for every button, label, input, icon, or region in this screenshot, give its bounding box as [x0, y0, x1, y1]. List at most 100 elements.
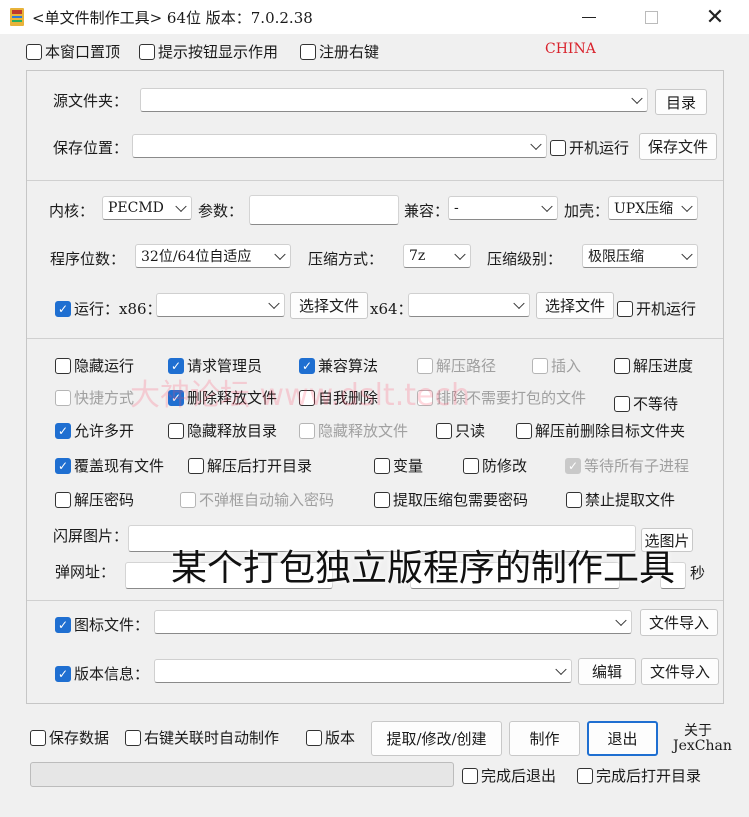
- checkbox-box: [300, 43, 316, 60]
- x64-combo[interactable]: [408, 293, 530, 317]
- edit-version-button[interactable]: 编辑: [578, 658, 636, 685]
- bits-combo[interactable]: 32位/64位自适应: [135, 244, 291, 268]
- chevron-down-icon: [541, 200, 553, 213]
- check-icon: ✓: [55, 457, 71, 474]
- register-context-menu-checkbox[interactable]: 注册右键: [300, 41, 379, 62]
- checkbox-box: [55, 357, 71, 374]
- checkbox-box: [188, 457, 204, 474]
- checkbox-box: [436, 422, 452, 439]
- make-button[interactable]: 制作: [509, 721, 580, 756]
- hidden-run-checkbox[interactable]: 隐藏运行: [55, 355, 134, 376]
- version-import-button[interactable]: 文件导入: [641, 658, 719, 685]
- version-info-checkbox[interactable]: ✓ 版本信息：: [55, 663, 149, 684]
- x86-combo[interactable]: [156, 293, 285, 317]
- checkbox-box: [532, 357, 548, 374]
- chevron-down-icon: [513, 297, 525, 310]
- compat-combo[interactable]: -: [448, 196, 558, 220]
- section-divider: [27, 338, 723, 339]
- variable-checkbox[interactable]: 变量: [374, 455, 423, 476]
- popup-url-label: 弹网址：: [55, 563, 116, 581]
- checkbox-box: [550, 139, 566, 156]
- compress-method-combo[interactable]: 7z: [403, 244, 471, 268]
- shortcut-checkbox[interactable]: 快捷方式: [55, 387, 134, 408]
- allow-multi-checkbox[interactable]: ✓ 允许多开: [55, 420, 134, 441]
- brand-label: CHINA: [545, 41, 596, 57]
- checkbox-box: [30, 729, 46, 746]
- save-data-checkbox[interactable]: 保存数据: [30, 727, 109, 748]
- compress-level-combo[interactable]: 极限压缩: [582, 244, 698, 268]
- check-icon: ✓: [55, 616, 71, 633]
- checkbox-box: [55, 491, 71, 508]
- extract-needs-password-checkbox[interactable]: 提取压缩包需要密码: [374, 489, 528, 510]
- run-autostart-checkbox[interactable]: 开机运行: [617, 298, 696, 319]
- choose-x64-button[interactable]: 选择文件: [536, 292, 614, 319]
- checkbox-box: [374, 491, 390, 508]
- checkbox-box: [462, 767, 478, 784]
- chevron-down-icon: [268, 297, 280, 310]
- chevron-down-icon: [681, 200, 693, 213]
- maximize-button[interactable]: [628, 0, 674, 34]
- extract-progress-checkbox[interactable]: 解压进度: [614, 355, 693, 376]
- version-info-combo[interactable]: [154, 659, 572, 683]
- extract-password-checkbox[interactable]: 解压密码: [55, 489, 134, 510]
- about-label[interactable]: 关于: [684, 720, 712, 740]
- minimize-button[interactable]: [566, 0, 612, 34]
- chevron-down-icon: [530, 138, 542, 151]
- version-checkbox[interactable]: 版本: [306, 727, 355, 748]
- extract-modify-button[interactable]: 提取/修改/创建: [371, 721, 502, 756]
- source-folder-label: 源文件夹：: [53, 92, 129, 110]
- compat-label: 兼容：: [404, 202, 450, 220]
- save-location-label: 保存位置：: [53, 139, 129, 157]
- checkbox-box: [617, 300, 633, 317]
- wait-children-checkbox[interactable]: ✓ 等待所有子进程: [565, 455, 689, 476]
- shell-combo[interactable]: UPX压缩: [608, 196, 698, 220]
- checkbox-box: [55, 389, 71, 406]
- author-label[interactable]: JexChan: [673, 738, 732, 754]
- checkbox-box: [566, 491, 582, 508]
- bits-label: 程序位数：: [50, 250, 126, 268]
- app-icon: [10, 8, 24, 26]
- close-icon[interactable]: ✕: [692, 0, 738, 34]
- save-location-combo[interactable]: [132, 134, 547, 158]
- checkbox-box: [516, 422, 532, 439]
- delete-target-before-checkbox[interactable]: 解压前删除目标文件夹: [516, 420, 685, 441]
- exit-after-checkbox[interactable]: 完成后退出: [462, 765, 556, 786]
- compress-method-label: 压缩方式：: [308, 250, 384, 268]
- auto-make-checkbox[interactable]: 右键关联时自动制作: [125, 727, 279, 748]
- save-file-button[interactable]: 保存文件: [639, 133, 717, 160]
- forbid-extract-checkbox[interactable]: 禁止提取文件: [566, 489, 675, 510]
- choose-x86-button[interactable]: 选择文件: [290, 292, 368, 319]
- check-icon: ✓: [55, 422, 71, 439]
- icon-file-combo[interactable]: [154, 610, 632, 634]
- checkbox-box: [139, 43, 155, 60]
- save-autostart-checkbox[interactable]: 开机运行: [550, 137, 629, 158]
- show-tips-checkbox[interactable]: 提示按钮显示作用: [139, 41, 278, 62]
- readonly-checkbox[interactable]: 只读: [436, 420, 485, 441]
- checkbox-box: [299, 422, 315, 439]
- no-wait-checkbox[interactable]: 不等待: [614, 393, 678, 414]
- source-folder-combo[interactable]: [140, 88, 648, 112]
- run-checkbox[interactable]: ✓ 运行：x86：: [55, 298, 162, 319]
- section-divider: [27, 180, 723, 181]
- checkbox-box: [463, 457, 479, 474]
- kernel-combo[interactable]: PECMD: [102, 196, 192, 220]
- shell-label: 加壳：: [564, 202, 610, 220]
- anti-modify-checkbox[interactable]: 防修改: [463, 455, 527, 476]
- stay-on-top-checkbox[interactable]: 本窗口置顶: [26, 41, 120, 62]
- chevron-down-icon: [274, 248, 286, 261]
- exit-button[interactable]: 退出: [587, 721, 658, 756]
- directory-button[interactable]: 目录: [655, 89, 707, 115]
- params-input[interactable]: [249, 195, 399, 225]
- open-after-checkbox[interactable]: 完成后打开目录: [577, 765, 701, 786]
- icon-import-button[interactable]: 文件导入: [640, 609, 718, 636]
- chevron-down-icon: [615, 614, 627, 627]
- open-dir-after-checkbox[interactable]: 解压后打开目录: [188, 455, 312, 476]
- overwrite-checkbox[interactable]: ✓ 覆盖现有文件: [55, 455, 164, 476]
- icon-file-checkbox[interactable]: ✓ 图标文件：: [55, 614, 149, 635]
- checkbox-box: [26, 43, 42, 60]
- hide-release-file-checkbox[interactable]: 隐藏释放文件: [299, 420, 408, 441]
- hide-release-dir-checkbox[interactable]: 隐藏释放目录: [168, 420, 277, 441]
- insert-checkbox[interactable]: 插入: [532, 355, 581, 376]
- chevron-down-icon: [555, 663, 567, 676]
- no-popup-password-checkbox[interactable]: 不弹框自动输入密码: [180, 489, 334, 510]
